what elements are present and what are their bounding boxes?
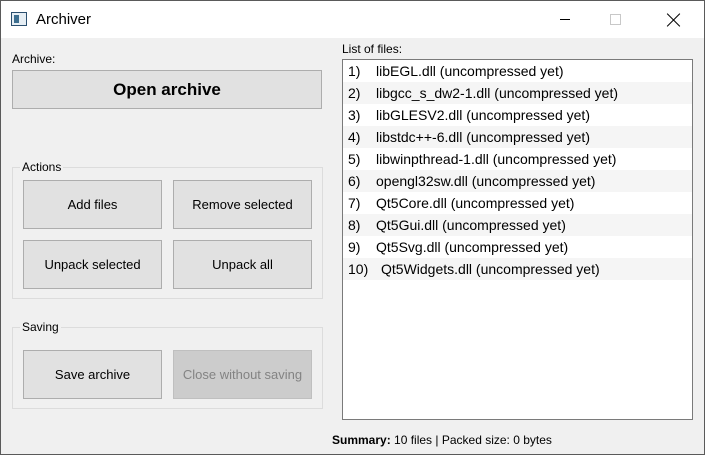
- list-item[interactable]: 6) opengl32sw.dll (uncompressed yet): [343, 170, 692, 192]
- title-bar[interactable]: Archiver: [1, 1, 704, 38]
- list-item[interactable]: 8) Qt5Gui.dll (uncompressed yet): [343, 214, 692, 236]
- close-icon: [667, 13, 681, 27]
- list-item-number: 5): [348, 151, 361, 167]
- maximize-button[interactable]: [592, 1, 638, 38]
- unpack-all-button[interactable]: Unpack all: [173, 240, 312, 289]
- remove-selected-button[interactable]: Remove selected: [173, 180, 312, 229]
- window-title: Archiver: [36, 11, 92, 28]
- list-item-text: Qt5Widgets.dll (uncompressed yet): [381, 261, 600, 277]
- list-item-number: 4): [348, 129, 361, 145]
- unpack-selected-button[interactable]: Unpack selected: [23, 240, 162, 289]
- list-item[interactable]: 7) Qt5Core.dll (uncompressed yet): [343, 192, 692, 214]
- list-item[interactable]: 5) libwinpthread-1.dll (uncompressed yet): [343, 148, 692, 170]
- list-item-text: Qt5Core.dll (uncompressed yet): [376, 195, 575, 211]
- add-files-button[interactable]: Add files: [23, 180, 162, 229]
- list-item-text: libwinpthread-1.dll (uncompressed yet): [376, 151, 617, 167]
- archive-app-icon: [11, 12, 27, 26]
- list-item-text: libEGL.dll (uncompressed yet): [376, 63, 564, 79]
- close-button[interactable]: [651, 1, 697, 38]
- summary-bar: Summary: 10 files | Packed size: 0 bytes: [332, 433, 552, 447]
- save-archive-button[interactable]: Save archive: [23, 350, 162, 399]
- summary-text: 10 files | Packed size: 0 bytes: [394, 433, 552, 447]
- file-list[interactable]: 1) libEGL.dll (uncompressed yet) 2) libgcc…: [342, 59, 693, 420]
- list-item[interactable]: 2) libgcc_s_dw2-1.dll (uncompressed yet): [343, 82, 692, 104]
- list-item[interactable]: 1) libEGL.dll (uncompressed yet): [343, 60, 692, 82]
- list-item-text: libGLESV2.dll (uncompressed yet): [376, 107, 590, 123]
- archive-label: Archive:: [12, 52, 56, 66]
- list-item-number: 1): [348, 63, 361, 79]
- minimize-icon: [560, 19, 570, 20]
- list-item[interactable]: 10) Qt5Widgets.dll (uncompressed yet): [343, 258, 692, 280]
- list-item-text: opengl32sw.dll (uncompressed yet): [376, 173, 596, 189]
- list-item[interactable]: 4) libstdc++-6.dll (uncompressed yet): [343, 126, 692, 148]
- list-item-text: libstdc++-6.dll (uncompressed yet): [376, 129, 590, 145]
- list-item[interactable]: 3) libGLESV2.dll (uncompressed yet): [343, 104, 692, 126]
- list-item-number: 7): [348, 195, 361, 211]
- list-item-number: 10): [348, 261, 369, 277]
- list-item-text: Qt5Gui.dll (uncompressed yet): [376, 217, 566, 233]
- file-list-label: List of files:: [342, 42, 403, 56]
- list-item[interactable]: 9) Qt5Svg.dll (uncompressed yet): [343, 236, 692, 258]
- list-item-number: 6): [348, 173, 361, 189]
- list-item-number: 2): [348, 85, 361, 101]
- summary-label: Summary:: [332, 433, 391, 447]
- list-item-number: 9): [348, 239, 361, 255]
- open-archive-button[interactable]: Open archive: [12, 70, 322, 109]
- close-without-saving-button: Close without saving: [173, 350, 312, 399]
- list-item-text: Qt5Svg.dll (uncompressed yet): [376, 239, 569, 255]
- list-item-number: 8): [348, 217, 361, 233]
- list-item-text: libgcc_s_dw2-1.dll (uncompressed yet): [376, 85, 618, 101]
- actions-group-title: Actions: [20, 160, 64, 174]
- list-item-number: 3): [348, 107, 361, 123]
- minimize-button[interactable]: [542, 1, 588, 38]
- archiver-window: Archiver Archive: Open archive Actions A…: [0, 0, 705, 455]
- saving-group-title: Saving: [20, 320, 61, 334]
- maximize-icon: [609, 14, 621, 25]
